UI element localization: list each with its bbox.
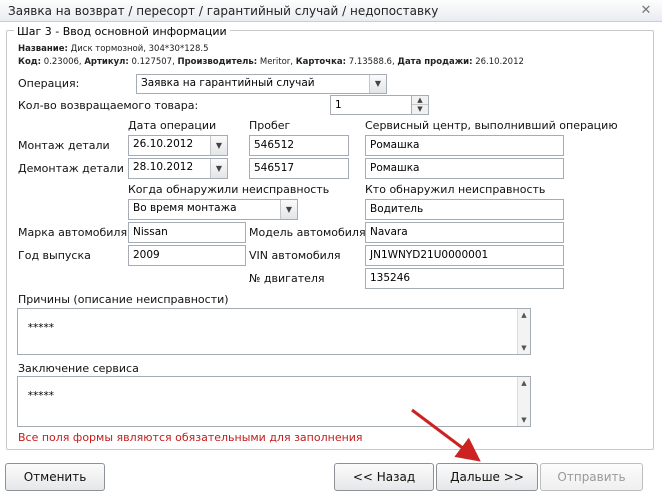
operation-label: Операция: (18, 77, 80, 90)
vin-label: VIN автомобиля (249, 249, 341, 262)
dismount-date-picker[interactable]: 28.10.2012 ▼ (128, 158, 228, 179)
conclusion-scrollbar[interactable]: ▲ ▼ (517, 377, 530, 426)
mileage-header: Пробег (249, 119, 291, 132)
chevron-down-icon[interactable]: ▼ (280, 200, 297, 219)
product-details-line: Код: 0.23006, Артикул: 0.127507, Произво… (18, 57, 524, 67)
code-label: Код: (18, 57, 42, 67)
code-value: 0.23006, (43, 57, 82, 67)
conclusion-value: ***** (27, 390, 54, 402)
required-fields-note: Все поля формы являются обязательными дл… (18, 431, 363, 444)
conclusion-textarea[interactable]: ***** ▲ ▼ (17, 376, 531, 427)
article-label: Артикул: (84, 57, 129, 67)
operation-select-value: Заявка на гарантийный случай (141, 77, 315, 89)
step-legend: Шаг 3 - Ввод основной информации (14, 25, 230, 38)
card-label: Карточка: (295, 57, 346, 67)
reasons-value: ***** (27, 322, 54, 334)
who-found-input[interactable]: Водитель (365, 199, 564, 220)
next-button[interactable]: Дальше >> (436, 463, 538, 491)
vin-input[interactable]: JN1WNYD21U0000001 (365, 245, 564, 266)
reasons-scrollbar[interactable]: ▲ ▼ (517, 309, 530, 354)
scroll-up-icon[interactable]: ▲ (518, 309, 530, 321)
card-value: 7.13588.6, (348, 57, 395, 67)
qty-spinner[interactable]: ▲ ▼ (411, 95, 429, 115)
dismount-label: Демонтаж детали (18, 162, 124, 175)
send-button[interactable]: Отправить (540, 463, 643, 491)
when-found-value: Во время монтажа (133, 202, 237, 214)
back-button[interactable]: << Назад (334, 463, 434, 491)
window-titlebar: Заявка на возврат / пересорт / гарантийн… (0, 0, 662, 22)
product-name-line: Название: Диск тормозной, 304*30*128.5 (18, 44, 209, 54)
name-value: Диск тормозной, 304*30*128.5 (70, 44, 209, 54)
car-brand-input[interactable]: Nissan (128, 222, 246, 243)
qty-label: Кол-во возвращаемого товара: (18, 99, 199, 112)
manufacturer-label: Производитель: (177, 57, 258, 67)
who-found-label: Кто обнаружил неисправность (365, 183, 546, 196)
reasons-textarea[interactable]: ***** ▲ ▼ (17, 308, 531, 355)
mount-date-picker[interactable]: 26.10.2012 ▼ (128, 135, 228, 156)
dismount-mileage-input[interactable]: 546517 (249, 158, 349, 179)
car-model-input[interactable]: Navara (365, 222, 564, 243)
service-header: Сервисный центр, выполнивший операцию (365, 119, 618, 132)
op-date-header: Дата операции (128, 119, 217, 132)
scroll-up-icon[interactable]: ▲ (518, 377, 530, 389)
operation-select[interactable]: Заявка на гарантийный случай ▼ (136, 74, 387, 94)
when-found-label: Когда обнаружили неисправность (128, 183, 330, 196)
mount-service-input[interactable]: Ромашка (365, 135, 564, 156)
sale-date-value: 26.10.2012 (475, 57, 524, 67)
mount-date-value: 26.10.2012 (133, 138, 194, 150)
sale-date-label: Дата продажи: (397, 57, 473, 67)
spin-down-icon[interactable]: ▼ (412, 105, 428, 114)
scroll-down-icon[interactable]: ▼ (518, 342, 530, 354)
car-model-label: Модель автомобиля (249, 226, 366, 239)
mount-label: Монтаж детали (18, 139, 110, 152)
manufacturer-value: Meritor, (259, 57, 294, 67)
dismount-date-value: 28.10.2012 (133, 161, 194, 173)
chevron-down-icon[interactable]: ▼ (210, 159, 227, 178)
when-found-select[interactable]: Во время монтажа ▼ (128, 199, 298, 220)
engine-label: № двигателя (249, 272, 325, 285)
mount-mileage-input[interactable]: 546512 (249, 135, 349, 156)
qty-input[interactable]: 1 (330, 95, 412, 115)
reasons-label: Причины (описание неисправности) (18, 293, 229, 306)
year-input[interactable]: 2009 (128, 245, 246, 266)
spin-up-icon[interactable]: ▲ (412, 96, 428, 105)
conclusion-label: Заключение сервиса (18, 362, 139, 375)
name-label: Название: (18, 44, 68, 54)
cancel-button[interactable]: Отменить (5, 463, 105, 491)
article-value: 0.127507, (131, 57, 175, 67)
car-brand-label: Марка автомобиля (18, 226, 128, 239)
window-title: Заявка на возврат / пересорт / гарантийн… (8, 4, 439, 18)
scroll-down-icon[interactable]: ▼ (518, 414, 530, 426)
dismount-service-input[interactable]: Ромашка (365, 158, 564, 179)
close-icon[interactable]: ✕ (638, 3, 654, 19)
year-label: Год выпуска (18, 249, 91, 262)
chevron-down-icon[interactable]: ▼ (369, 75, 386, 93)
engine-input[interactable]: 135246 (365, 268, 564, 289)
chevron-down-icon[interactable]: ▼ (210, 136, 227, 155)
